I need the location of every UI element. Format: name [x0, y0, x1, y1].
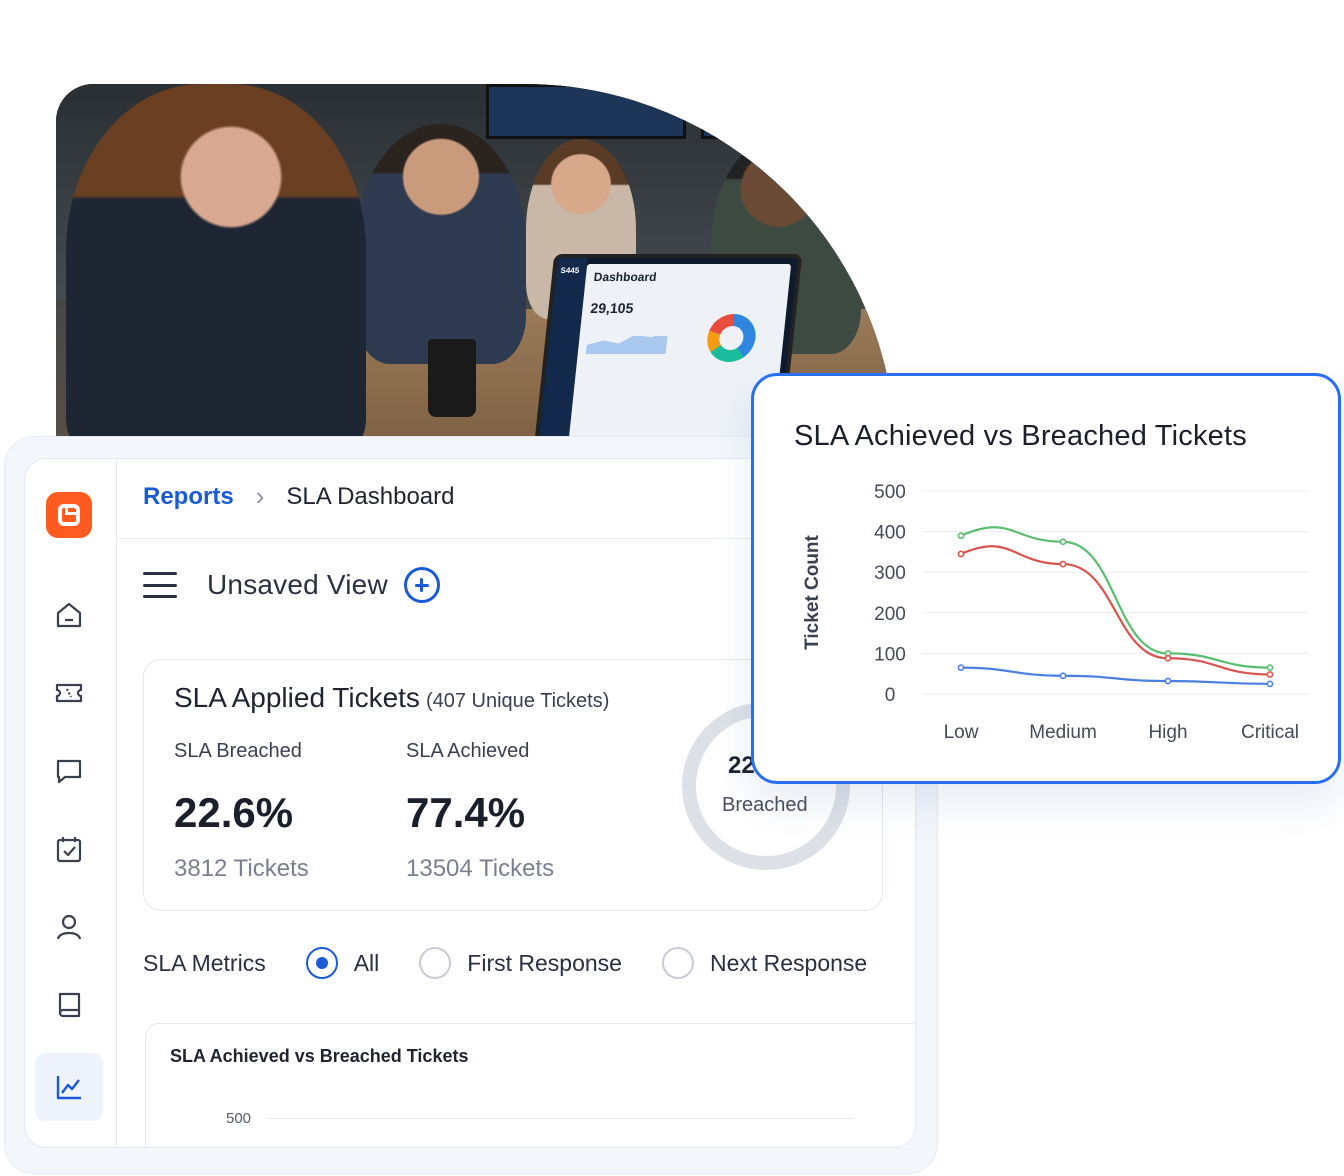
series-line: [960, 545, 1271, 676]
sla-breached-label: SLA Breached: [174, 740, 302, 762]
user-icon[interactable]: [51, 909, 87, 945]
sidebar: [25, 459, 117, 1147]
sla-metrics-label: SLA Metrics: [143, 949, 266, 976]
data-point: [1266, 664, 1274, 672]
photo-person-foreground: [66, 84, 366, 456]
photo-person: [356, 124, 526, 364]
radio-all-label: All: [353, 949, 380, 976]
sla-achieved-tickets: 13504 Tickets: [406, 855, 555, 882]
home-icon[interactable]: [51, 597, 87, 633]
chat-icon[interactable]: [51, 753, 87, 789]
radio-all[interactable]: All: [305, 947, 380, 979]
series-line: [960, 666, 1271, 685]
book-icon[interactable]: [51, 987, 87, 1023]
laptop-sparkline: [586, 324, 669, 354]
brand-logo[interactable]: [46, 492, 92, 538]
photo-wall-screen: [701, 84, 811, 139]
sla-achieved-metric: SLA Achieved 77.4% 13504 Tickets: [406, 740, 554, 883]
breached-donut-label: Breached: [722, 794, 808, 816]
menu-icon[interactable]: [143, 572, 177, 598]
laptop-donut-chart: [704, 314, 758, 362]
x-tick-label: Critical: [1241, 722, 1299, 743]
sla-achieved-value: 77.4%: [406, 789, 526, 836]
y-tick-label: 0: [885, 685, 896, 706]
sla-card-title-text: SLA Applied Tickets: [174, 682, 420, 713]
y-axis-title: Ticket Count: [802, 534, 823, 649]
sla-chart-card: SLA Achieved vs Breached Tickets 500 400 3…: [751, 373, 1341, 784]
y-tick-label: 100: [874, 644, 906, 665]
ticket-icon[interactable]: [51, 675, 87, 711]
view-title: Unsaved View: [207, 569, 388, 600]
breadcrumb: Reports › SLA Dashboard: [143, 481, 454, 512]
radio-first-response[interactable]: First Response: [419, 947, 622, 979]
x-tick-label: Medium: [1029, 722, 1097, 743]
data-point: [1164, 654, 1172, 662]
mini-chart-gridline: [268, 1118, 854, 1119]
data-point: [1059, 560, 1067, 568]
data-point: [1059, 538, 1067, 546]
data-point: [957, 550, 965, 558]
y-tick-label: 500: [874, 482, 906, 503]
radio-next-response[interactable]: Next Response: [661, 947, 868, 979]
y-tick-label: 400: [874, 523, 906, 544]
data-point: [1059, 672, 1067, 680]
radio-selected-icon[interactable]: [305, 947, 338, 979]
breadcrumb-reports-link[interactable]: Reports: [143, 483, 234, 511]
photo-coffee-cup: [428, 339, 476, 417]
data-point: [957, 532, 965, 540]
radio-first-response-label: First Response: [467, 949, 622, 976]
mini-chart-title: SLA Achieved vs Breached Tickets: [170, 1046, 469, 1066]
calendar-check-icon[interactable]: [51, 831, 87, 867]
sla-metrics-filter: SLA Metrics All First Response Next Resp…: [143, 947, 867, 979]
photo-wall-screen: [486, 84, 686, 139]
data-point: [1266, 671, 1274, 678]
sla-breached-tickets: 3812 Tickets: [174, 855, 309, 882]
y-tick-label: 200: [874, 604, 906, 625]
laptop-dashboard-title: Dashboard: [593, 270, 658, 284]
add-view-button[interactable]: [403, 567, 440, 603]
x-tick-label: Low: [944, 722, 979, 743]
sla-line-chart: 500 400 300 200 100 0 Low Medium High Critical Tic…: [802, 482, 1309, 743]
chart-icon[interactable]: [51, 1069, 87, 1105]
breadcrumb-current: SLA Dashboard: [286, 482, 455, 510]
sla-breached-value: 22.6%: [174, 789, 294, 836]
radio-unselected-icon[interactable]: [661, 947, 694, 979]
radio-unselected-icon[interactable]: [419, 947, 452, 979]
chevron-right-icon: ›: [255, 481, 265, 511]
x-tick-label: High: [1148, 722, 1187, 743]
sla-breached-metric: SLA Breached 22.6% 3812 Tickets: [174, 740, 309, 883]
mini-chart-card: SLA Achieved vs Breached Tickets 500: [145, 1023, 915, 1147]
laptop-brand: S445: [560, 266, 580, 275]
data-point: [1266, 680, 1274, 688]
data-point: [957, 664, 965, 672]
y-tick-label: 300: [874, 563, 906, 584]
mini-chart-y-tick: 500: [226, 1110, 252, 1127]
view-bar: Unsaved View: [143, 567, 440, 603]
radio-next-response-label: Next Response: [709, 949, 868, 976]
data-point: [1164, 677, 1172, 685]
laptop-number: 29,105: [589, 300, 635, 316]
sla-card-title: SLA Applied Tickets (407 Unique Tickets): [174, 682, 609, 714]
sla-achieved-label: SLA Achieved: [406, 740, 530, 762]
sla-card-subtitle: (407 Unique Tickets): [425, 690, 610, 712]
